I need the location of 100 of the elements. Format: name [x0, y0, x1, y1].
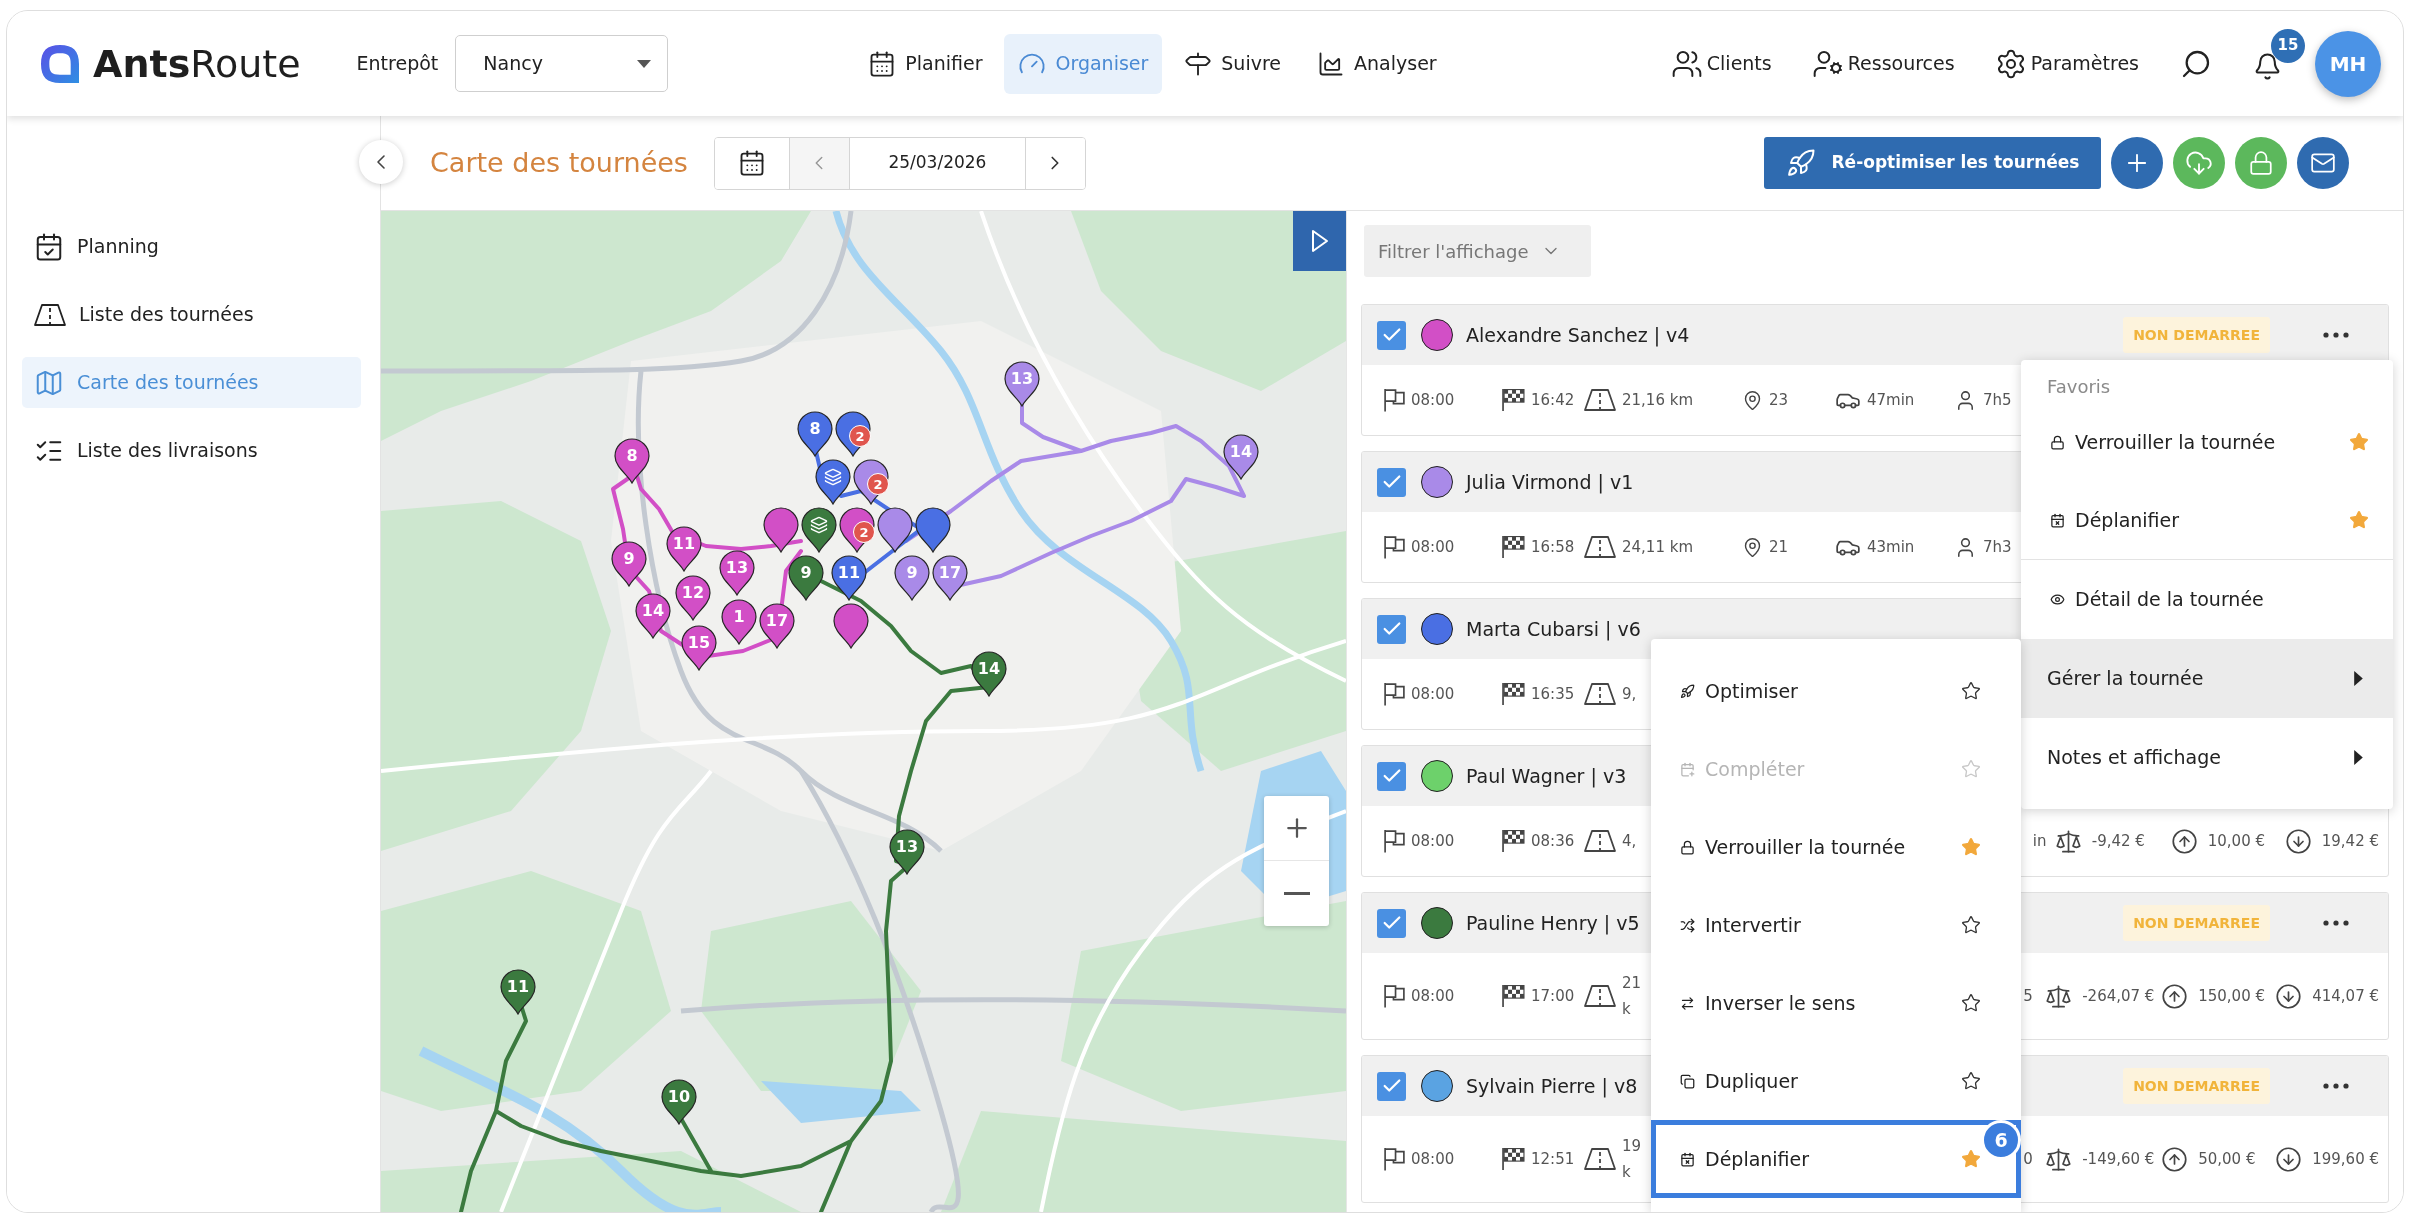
checkbox[interactable]: [1377, 908, 1406, 938]
map-marker[interactable]: 10: [661, 1079, 697, 1125]
map-marker[interactable]: 15: [681, 625, 717, 671]
map-marker[interactable]: [877, 507, 913, 553]
nav-link[interactable]: Ressources: [1811, 47, 1955, 80]
menu-item[interactable]: Verrouiller la tournée: [2021, 403, 2393, 481]
nav-tab[interactable]: Organiser: [1004, 33, 1163, 94]
map-marker[interactable]: 11: [500, 969, 536, 1015]
map-marker[interactable]: 2: [835, 411, 871, 457]
filter-dropdown[interactable]: Filtrer l'affichage: [1364, 225, 1591, 277]
map-marker[interactable]: 9: [894, 555, 930, 601]
menu-item[interactable]: Déplanifier 6: [1651, 1120, 2021, 1198]
star-icon[interactable]: [1961, 681, 1981, 701]
road-icon: [1584, 1148, 1616, 1170]
partial-value: 5: [2023, 986, 2033, 1007]
map-marker[interactable]: [763, 507, 799, 553]
star-icon[interactable]: [1961, 837, 1981, 857]
map-marker[interactable]: 14: [1223, 434, 1259, 480]
road-icon: [34, 303, 66, 326]
map-marker[interactable]: 11: [831, 555, 867, 601]
map-marker[interactable]: [833, 603, 869, 649]
map-marker[interactable]: 17: [759, 603, 795, 649]
map-marker[interactable]: 14: [635, 593, 671, 639]
menu-item[interactable]: Déplanifier: [2021, 481, 2393, 559]
map-marker[interactable]: 8: [797, 411, 833, 457]
map-marker[interactable]: 13: [1004, 361, 1040, 407]
map-marker[interactable]: 9: [788, 555, 824, 601]
menu-item[interactable]: Notes et affichage: [2021, 718, 2393, 797]
sidebar-item[interactable]: Carte des tournées: [22, 357, 361, 408]
map-marker[interactable]: 2: [853, 459, 889, 505]
balance-amount: -264,07 €: [2082, 986, 2155, 1007]
map-marker[interactable]: 9: [611, 541, 647, 587]
flag-icon: [1384, 682, 1405, 706]
star-icon[interactable]: [1961, 1071, 1981, 1091]
triangle-right-icon: [1310, 229, 1329, 253]
swap-arrows-icon: [1680, 995, 1695, 1011]
map-marker[interactable]: [801, 507, 837, 553]
sidebar-item[interactable]: Planning: [22, 221, 361, 272]
menu-item[interactable]: Gérer la tournée: [2021, 639, 2393, 718]
checkbox[interactable]: [1377, 614, 1406, 644]
map-marker[interactable]: [815, 459, 851, 505]
checkbox[interactable]: [1377, 320, 1406, 350]
pin-icon: [1742, 536, 1763, 558]
optimize-button[interactable]: Ré-optimiser les tournées: [1764, 137, 2101, 189]
map-marker[interactable]: 1: [721, 599, 757, 645]
sidebar-item[interactable]: Liste des livraisons: [22, 425, 361, 476]
checkbox[interactable]: [1377, 1071, 1406, 1101]
map-marker[interactable]: [915, 507, 951, 553]
sidebar-item[interactable]: Liste des tournées: [22, 289, 361, 340]
warehouse-select[interactable]: Nancy: [455, 35, 669, 92]
menu-item[interactable]: Inverser le sens: [1651, 964, 2021, 1042]
map-marker[interactable]: 17: [932, 555, 968, 601]
panel-toggle-button[interactable]: [1293, 211, 1346, 271]
balance-amount: -9,42 €: [2091, 831, 2145, 852]
menu-item[interactable]: Détail de la tournée: [2021, 560, 2393, 639]
nav-tab[interactable]: Analyser: [1303, 33, 1451, 94]
flag-icon: [1384, 535, 1405, 559]
notifications-button[interactable]: 15: [2253, 28, 2305, 81]
date-field[interactable]: 25/03/2026: [849, 137, 1025, 189]
start-time: 08:00: [1411, 986, 1455, 1007]
menu-item[interactable]: Optimiser: [1651, 652, 2021, 730]
arrow-down-circle-icon: [2284, 827, 2312, 855]
checkbox[interactable]: [1377, 761, 1406, 791]
star-icon[interactable]: [1961, 915, 1981, 935]
star-icon[interactable]: [2349, 432, 2369, 452]
menu-item[interactable]: Verrouiller la tournée: [1651, 808, 2021, 886]
calendar-button[interactable]: [714, 137, 790, 189]
expense-amount: 414,07 €: [2312, 986, 2379, 1007]
lock-icon: [1680, 839, 1695, 855]
add-button[interactable]: [2111, 137, 2163, 189]
distance-value: 9,: [1622, 684, 1637, 705]
start-time: 08:00: [1411, 684, 1455, 705]
map-marker[interactable]: 13: [719, 550, 755, 596]
nav-link[interactable]: Paramètres: [1994, 47, 2139, 80]
distance-value: 19 k: [1622, 1136, 1642, 1183]
start-time: 08:00: [1411, 390, 1455, 411]
road-icon: [1584, 683, 1616, 705]
rocket-icon: [1680, 683, 1695, 699]
checkbox[interactable]: [1377, 467, 1406, 497]
star-icon[interactable]: [1961, 993, 1981, 1013]
flag-icon: [1384, 829, 1405, 853]
nav-link[interactable]: Clients: [1670, 47, 1772, 80]
map-marker[interactable]: 14: [971, 651, 1007, 697]
menu-item[interactable]: Dupliquer: [1651, 1042, 2021, 1120]
end-time: 08:36: [1531, 831, 1575, 852]
map-marker[interactable]: 12: [675, 575, 711, 621]
nav-tab[interactable]: Suivre: [1170, 33, 1296, 94]
user-avatar[interactable]: MH: [2315, 30, 2381, 97]
star-icon[interactable]: [2349, 510, 2369, 530]
route-name: Alexandre Sanchez | v4: [1466, 322, 1690, 349]
map-marker[interactable]: 2: [839, 507, 875, 553]
map-marker[interactable]: 8: [614, 438, 650, 484]
page-title: Carte des tournées: [430, 145, 688, 180]
nav-tab[interactable]: Planifier: [854, 33, 997, 94]
mail-button[interactable]: [2297, 137, 2349, 189]
menu-item[interactable]: Intervertir: [1651, 886, 2021, 964]
map-marker[interactable]: 11: [666, 526, 702, 572]
eye-icon: [2050, 592, 2065, 607]
star-icon[interactable]: [1961, 1149, 1981, 1169]
map-marker[interactable]: 13: [889, 829, 925, 875]
